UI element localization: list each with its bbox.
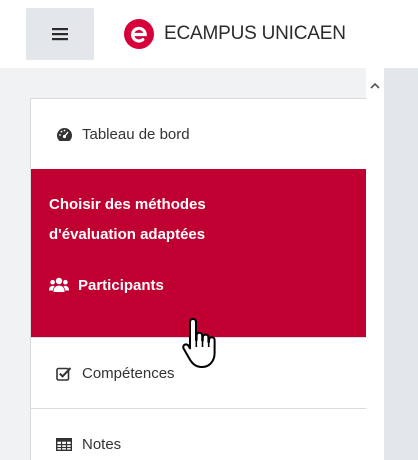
- nav-list: Tableau de bord Choisir des méthodes d'é…: [30, 98, 371, 460]
- brand-link[interactable]: ECAMPUS UNICAEN: [124, 18, 346, 50]
- section-title-line1[interactable]: Choisir des méthodes: [49, 190, 346, 220]
- nav-item-label: Tableau de bord: [82, 125, 190, 143]
- menu-toggle-button[interactable]: [26, 8, 94, 60]
- scroll-track[interactable]: [366, 98, 384, 460]
- users-icon: [49, 276, 69, 294]
- table-icon: [55, 435, 73, 453]
- scrollbar[interactable]: [366, 68, 384, 460]
- nav-item-label: Compétences: [82, 364, 175, 382]
- scroll-up-button[interactable]: [366, 78, 384, 92]
- chevron-up-icon: [370, 82, 380, 89]
- hamburger-icon: [52, 28, 68, 41]
- hand-pointer-cursor: [182, 318, 216, 368]
- ecampus-logo-icon: [124, 19, 154, 49]
- nav-item-dashboard[interactable]: Tableau de bord: [31, 98, 370, 169]
- brand-name: ECAMPUS UNICAEN: [164, 23, 346, 44]
- page: ECAMPUS UNICAEN Tableau de bord Choisir …: [0, 0, 418, 460]
- dashboard-icon: [55, 125, 73, 143]
- checkbox-icon: [55, 364, 73, 382]
- nav-item-notes[interactable]: Notes: [31, 408, 370, 460]
- nav-item-participants[interactable]: Participants: [49, 272, 346, 298]
- nav-item-label: Participants: [78, 276, 164, 294]
- section-title-line2[interactable]: d'évaluation adaptées: [49, 220, 346, 250]
- content-edge: [384, 68, 418, 460]
- active-section: Choisir des méthodes d'évaluation adapté…: [31, 169, 370, 337]
- nav-item-label: Notes: [82, 435, 122, 453]
